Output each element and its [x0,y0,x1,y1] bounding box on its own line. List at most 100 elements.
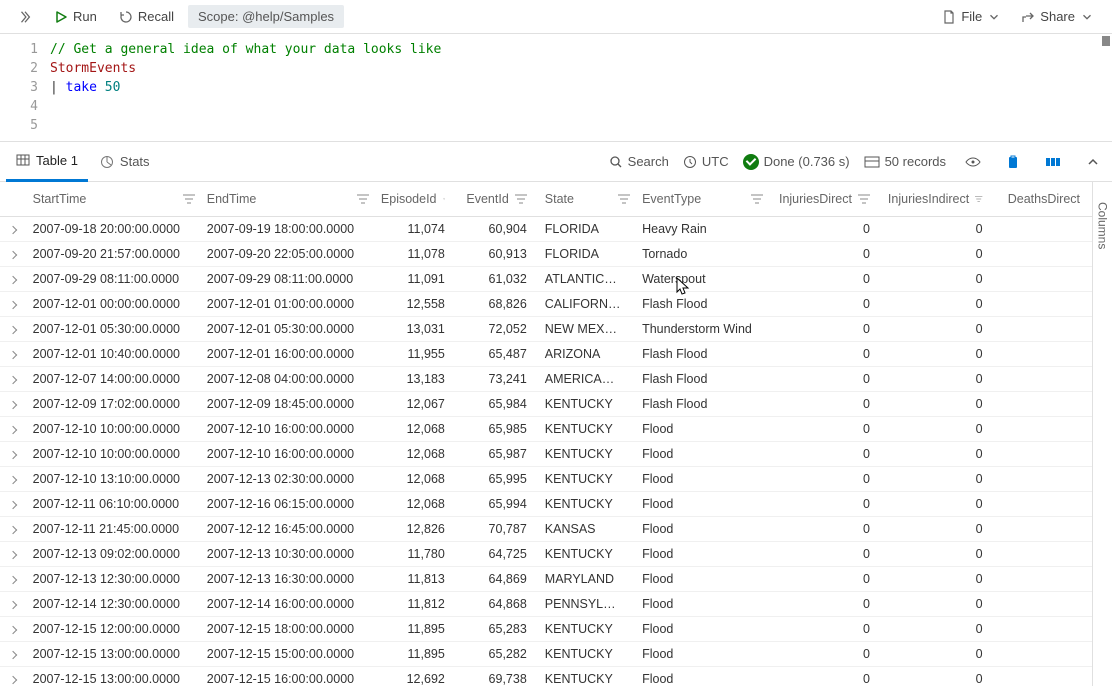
expand-row[interactable] [0,242,27,267]
table-row[interactable]: 2007-12-11 21:45:00.00002007-12-12 16:45… [0,517,1092,542]
tab-table[interactable]: Table 1 [6,142,88,182]
cell-eventtype: Thunderstorm Wind [636,317,769,342]
expand-row[interactable] [0,317,27,342]
tab-stats[interactable]: Stats [90,142,160,182]
cell-endtime: 2007-09-19 18:00:00.0000 [201,217,375,242]
col-deathsdirect[interactable]: DeathsDirect [995,182,1092,217]
table-row[interactable]: 2007-09-29 08:11:00.00002007-09-29 08:11… [0,267,1092,292]
code-area[interactable]: // Get a general idea of what your data … [50,40,1112,135]
expand-row[interactable] [0,342,27,367]
col-starttime[interactable]: StartTime [27,182,201,217]
expand-row[interactable] [0,217,27,242]
filter-icon [858,194,870,204]
cell-episodeid: 11,813 [375,567,457,592]
run-button[interactable]: Run [46,5,105,28]
results-scroll[interactable]: StartTime EndTime EpisodeId EventId Stat… [0,182,1092,686]
cell-deathsdirect [995,317,1092,342]
scope-selector[interactable]: Scope: @help/Samples [188,5,344,28]
table-row[interactable]: 2007-12-09 17:02:00.00002007-12-09 18:45… [0,392,1092,417]
col-injuriesindirect[interactable]: InjuriesIndirect [882,182,995,217]
cell-eventtype: Flood [636,417,769,442]
expand-row[interactable] [0,292,27,317]
cell-injuriesindirect: 0 [882,467,995,492]
timezone-toggle[interactable]: UTC [683,154,729,169]
share-icon [1021,10,1035,24]
table-row[interactable]: 2007-12-07 14:00:00.00002007-12-08 04:00… [0,367,1092,392]
table-row[interactable]: 2007-12-15 12:00:00.00002007-12-15 18:00… [0,617,1092,642]
col-endtime[interactable]: EndTime [201,182,375,217]
cell-eventid: 61,032 [457,267,539,292]
filter-icon [443,194,445,204]
cell-state: MARYLAND [539,567,636,592]
expand-row[interactable] [0,267,27,292]
cell-injuriesdirect: 0 [769,217,882,242]
expand-row[interactable] [0,642,27,667]
table-row[interactable]: 2007-12-11 06:10:00.00002007-12-16 06:15… [0,492,1092,517]
expand-row[interactable] [0,442,27,467]
table-row[interactable]: 2007-12-13 09:02:00.00002007-12-13 10:30… [0,542,1092,567]
table-row[interactable]: 2007-09-20 21:57:00.00002007-09-20 22:05… [0,242,1092,267]
expand-row[interactable] [0,392,27,417]
table-row[interactable]: 2007-12-01 10:40:00.00002007-12-01 16:00… [0,342,1092,367]
cell-deathsdirect [995,492,1092,517]
cell-eventid: 64,869 [457,567,539,592]
table-row[interactable]: 2007-09-18 20:00:00.00002007-09-19 18:00… [0,217,1092,242]
col-state[interactable]: State [539,182,636,217]
table-row[interactable]: 2007-12-14 12:30:00.00002007-12-14 16:00… [0,592,1092,617]
expand-row[interactable] [0,492,27,517]
expand-row[interactable] [0,542,27,567]
recall-label: Recall [138,9,174,24]
cell-deathsdirect [995,242,1092,267]
table-row[interactable]: 2007-12-10 13:10:00.00002007-12-13 02:30… [0,467,1092,492]
columns-panel-tab[interactable]: Columns [1092,182,1112,686]
expand-row[interactable] [0,592,27,617]
cell-injuriesindirect: 0 [882,642,995,667]
file-button[interactable]: File [934,5,1009,28]
expand-row[interactable] [0,567,27,592]
cell-starttime: 2007-12-11 21:45:00.0000 [27,517,201,542]
copy-button[interactable] [1000,149,1026,175]
expand-row[interactable] [0,517,27,542]
cell-deathsdirect [995,667,1092,686]
expand-button[interactable] [1080,149,1106,175]
cell-eventid: 65,283 [457,617,539,642]
recall-button[interactable]: Recall [111,5,182,28]
cell-endtime: 2007-09-20 22:05:00.0000 [201,242,375,267]
cell-starttime: 2007-12-01 05:30:00.0000 [27,317,201,342]
eye-icon [965,155,981,169]
table-row[interactable]: 2007-12-15 13:00:00.00002007-12-15 15:00… [0,642,1092,667]
table-row[interactable]: 2007-12-01 00:00:00.00002007-12-01 01:00… [0,292,1092,317]
col-eventtype[interactable]: EventType [636,182,769,217]
expand-all-header[interactable] [0,182,27,217]
share-button[interactable]: Share [1013,5,1102,28]
table-row[interactable]: 2007-12-15 13:00:00.00002007-12-15 16:00… [0,667,1092,686]
cell-episodeid: 12,068 [375,442,457,467]
cell-episodeid: 12,068 [375,492,457,517]
cell-starttime: 2007-12-14 12:30:00.0000 [27,592,201,617]
color-button[interactable] [1040,149,1066,175]
cell-injuriesindirect: 0 [882,392,995,417]
col-eventid[interactable]: EventId [457,182,539,217]
col-episodeid[interactable]: EpisodeId [375,182,457,217]
filter-icon [975,194,982,204]
cell-starttime: 2007-12-10 10:00:00.0000 [27,442,201,467]
cell-episodeid: 11,091 [375,267,457,292]
expand-row[interactable] [0,417,27,442]
expand-row[interactable] [0,367,27,392]
expand-row[interactable] [0,667,27,686]
col-injuriesdirect[interactable]: InjuriesDirect [769,182,882,217]
table-row[interactable]: 2007-12-10 10:00:00.00002007-12-10 16:00… [0,417,1092,442]
query-editor[interactable]: 1 2 3 4 5 // Get a general idea of what … [0,34,1112,142]
expand-row[interactable] [0,617,27,642]
cell-episodeid: 13,183 [375,367,457,392]
cell-deathsdirect [995,367,1092,392]
cell-endtime: 2007-12-10 16:00:00.0000 [201,417,375,442]
table-row[interactable]: 2007-12-13 12:30:00.00002007-12-13 16:30… [0,567,1092,592]
table-row[interactable]: 2007-12-10 10:00:00.00002007-12-10 16:00… [0,442,1092,467]
expand-row[interactable] [0,467,27,492]
table-row[interactable]: 2007-12-01 05:30:00.00002007-12-01 05:30… [0,317,1092,342]
search-button[interactable]: Search [609,154,669,169]
hide-empty-button[interactable] [960,149,986,175]
expand-toolbar-button[interactable] [10,6,40,28]
minimap-scroll[interactable] [1102,36,1110,46]
